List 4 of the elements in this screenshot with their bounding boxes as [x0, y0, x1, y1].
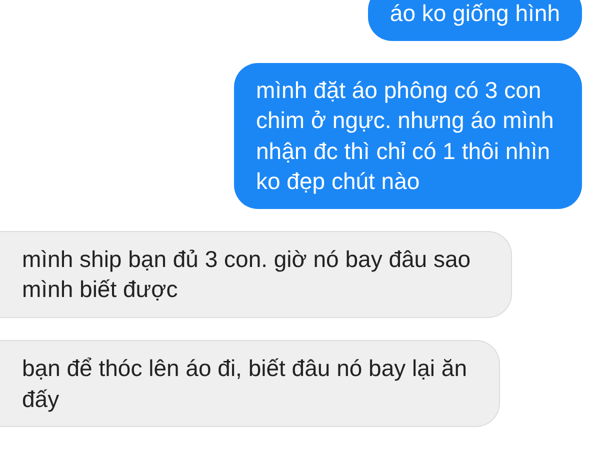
message-bubble: mình ship bạn đủ 3 con. giờ nó bay đâu sao mình biết được: [0, 230, 512, 318]
message-bubble: bạn để thóc lên áo đi, biết đâu nó bay lại ăn đấy: [0, 340, 500, 428]
message-bubble: áo ko giống hình: [368, 0, 582, 41]
message-bubble: mình đặt áo phông có 3 con chim ở ngực. nhưng áo mình nhận đc thì chỉ có 1 thôi nhìn ko đẹp chút nào: [234, 62, 582, 209]
